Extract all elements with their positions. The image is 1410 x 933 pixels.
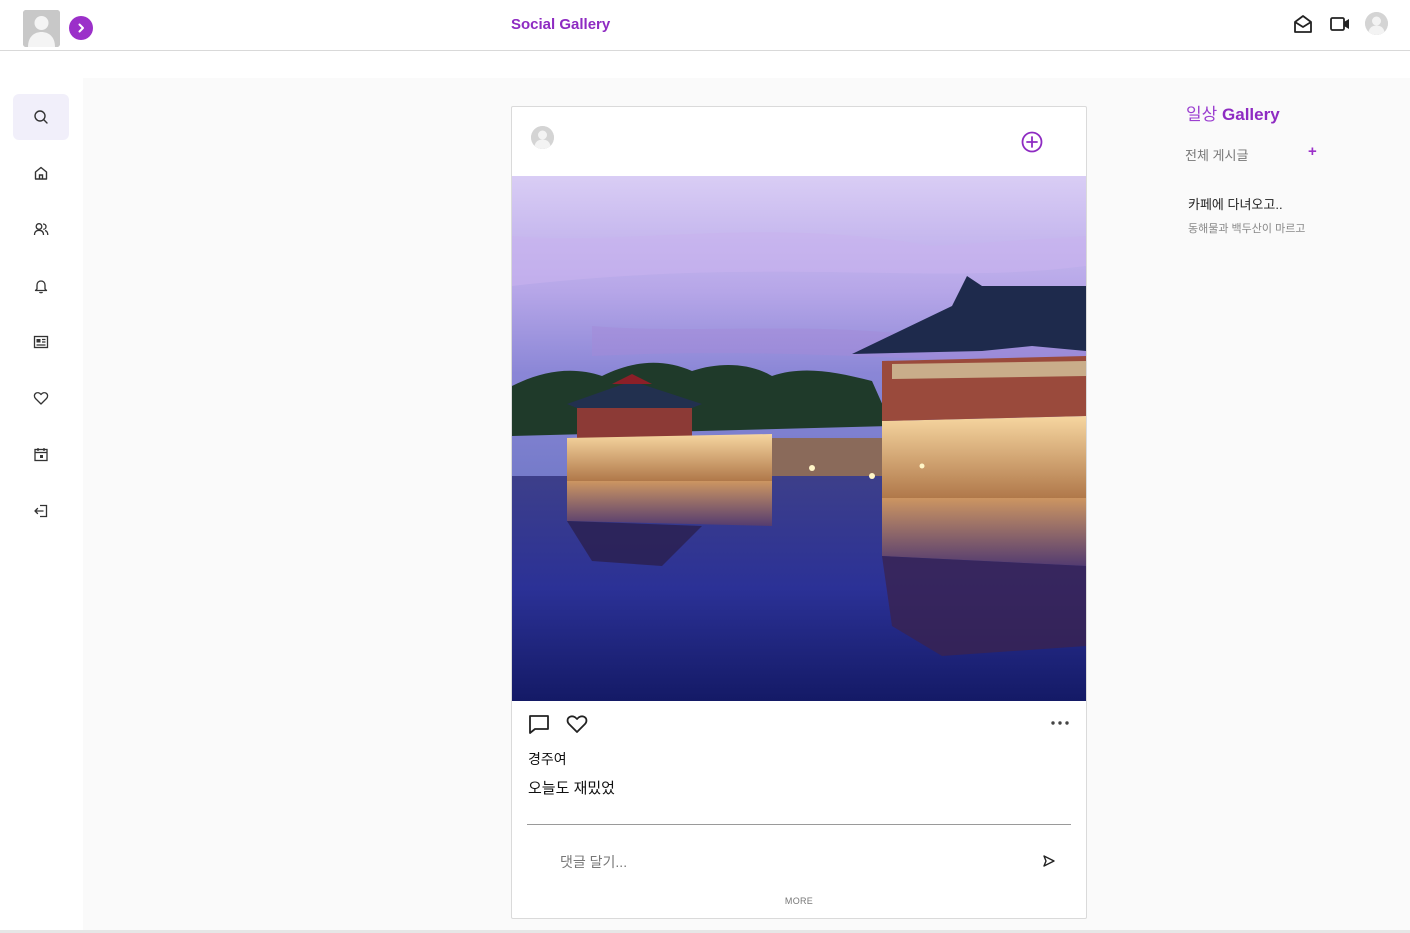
sidebar-item-notifications[interactable]	[13, 263, 69, 309]
comment-icon[interactable]	[527, 712, 551, 736]
sidebar-item-favorites[interactable]	[13, 375, 69, 421]
sidebar-item-search[interactable]	[13, 94, 69, 140]
app-title[interactable]: Social Gallery	[511, 16, 610, 33]
gallery-heading-suffix: Gallery	[1222, 105, 1280, 124]
post-photo[interactable]	[512, 176, 1086, 701]
sidebar-item-logout[interactable]	[13, 488, 69, 534]
profile-avatar[interactable]	[23, 10, 60, 47]
logout-icon	[34, 504, 48, 518]
post-title: 경주여	[528, 751, 567, 767]
heart-icon	[33, 392, 49, 405]
users-icon	[33, 223, 49, 236]
sidebar-item-friends[interactable]	[13, 206, 69, 252]
mail-open-icon[interactable]	[1292, 13, 1314, 35]
all-posts-link[interactable]: 전체 게시글	[1185, 145, 1248, 164]
sidebar-toggle-button[interactable]	[69, 16, 93, 40]
recent-post-title[interactable]: 카페에 다녀오고..	[1188, 194, 1283, 213]
gallery-heading-prefix: 일상	[1186, 105, 1218, 124]
chevron-right-icon	[78, 23, 84, 33]
bell-icon	[34, 280, 48, 294]
calendar-icon	[34, 448, 48, 462]
recent-post-excerpt: 동해물과 백두산이 마르고	[1188, 223, 1306, 235]
comment-input[interactable]	[560, 848, 1030, 876]
post-body: 오늘도 재밌었	[528, 780, 615, 797]
sidebar-item-news[interactable]	[13, 319, 69, 365]
more-button[interactable]: MORE	[512, 896, 1086, 906]
gallery-heading: 일상 Gallery	[1186, 100, 1280, 125]
send-icon[interactable]	[1041, 853, 1057, 869]
top-header: Social Gallery	[0, 0, 1410, 51]
post-author-avatar[interactable]	[531, 126, 554, 149]
home-icon	[34, 166, 48, 180]
left-sidebar	[0, 78, 83, 933]
video-icon[interactable]	[1329, 13, 1351, 35]
divider	[527, 824, 1071, 825]
sidebar-item-calendar[interactable]	[13, 431, 69, 477]
user-avatar-icon[interactable]	[1365, 12, 1388, 35]
heart-icon[interactable]	[565, 712, 589, 736]
more-options-icon[interactable]	[1048, 713, 1072, 733]
sidebar-item-home[interactable]	[13, 150, 69, 196]
user-silhouette-icon	[23, 10, 60, 47]
add-circle-icon[interactable]	[1020, 130, 1044, 154]
add-post-button[interactable]: +	[1308, 143, 1317, 160]
newspaper-icon	[33, 335, 49, 349]
post-card: 경주여 오늘도 재밌었 MORE	[511, 106, 1087, 919]
search-icon	[34, 110, 48, 124]
